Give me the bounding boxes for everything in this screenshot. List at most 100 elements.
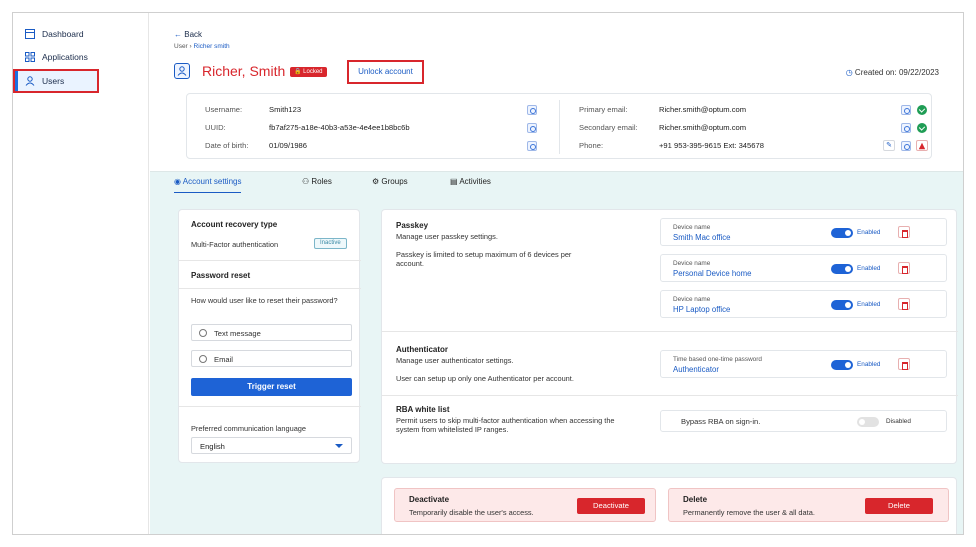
uuid-label: UUID: — [205, 123, 226, 132]
tab-label: Roles — [311, 177, 332, 186]
secondary-email-label: Secondary email: — [579, 123, 638, 132]
language-select[interactable]: English — [191, 437, 352, 454]
copy-primary-email-icon[interactable] — [901, 105, 911, 115]
tab-label: Activities — [459, 177, 491, 186]
edit-phone-icon[interactable]: ✎ — [883, 140, 895, 151]
tab-label: Account settings — [182, 177, 242, 186]
toggle-status: Enabled — [857, 265, 881, 272]
email-label: Email — [214, 355, 233, 364]
dob-value: 01/09/1986 — [269, 141, 308, 150]
passkey-device-row: Device name HP Laptop office Enabled — [660, 290, 947, 318]
passkey-title: Passkey — [396, 221, 429, 230]
primary-email-value: Richer.smith@optum.com — [659, 105, 747, 114]
rba-row: Bypass RBA on sign-in. Disabled — [660, 410, 947, 432]
danger-zone-card: Deactivate Temporarily disable the user'… — [381, 477, 957, 534]
sidebar: Dashboard Applications Users — [13, 13, 149, 534]
authenticator-desc: Manage user authenticator settings. — [396, 356, 514, 365]
sidebar-item-label: Dashboard — [42, 29, 84, 39]
unlock-account-button[interactable]: Unlock account — [347, 60, 424, 84]
divider — [179, 288, 361, 289]
authenticator-row: Time based one-time password Authenticat… — [660, 350, 947, 378]
copy-secondary-email-icon[interactable] — [901, 123, 911, 133]
toggle-status: Enabled — [857, 361, 881, 368]
totp-value: Authenticator — [673, 365, 719, 374]
copy-uuid-icon[interactable] — [527, 123, 537, 133]
tab-roles[interactable]: ⚇ Roles — [302, 172, 332, 194]
tab-account-settings[interactable]: ◉ Account settings — [174, 172, 242, 194]
secondary-email-value: Richer.smith@optum.com — [659, 123, 747, 132]
copy-username-icon[interactable] — [527, 105, 537, 115]
user-info-card: Username: Smith123 UUID: fb7af275-a18e-4… — [186, 93, 932, 159]
delete-button[interactable]: Delete — [865, 498, 933, 514]
clock-icon: ◷ — [845, 68, 855, 77]
divider — [179, 406, 361, 407]
lock-icon: 🔒 — [294, 69, 304, 75]
sidebar-item-applications[interactable]: Applications — [21, 48, 88, 66]
deactivate-section: Deactivate Temporarily disable the user'… — [394, 488, 656, 522]
roles-icon: ⚇ — [302, 177, 312, 186]
device-label: Device name — [673, 296, 711, 303]
rba-desc: Permit users to skip multi-factor authen… — [396, 416, 615, 434]
dashboard-icon — [25, 29, 35, 39]
radio-icon[interactable] — [199, 355, 207, 363]
passkey-toggle[interactable] — [831, 300, 853, 310]
back-link[interactable]: ← Back — [174, 30, 202, 39]
trigger-reset-button[interactable]: Trigger reset — [191, 378, 352, 396]
phone-value: +91 953-395-9615 Ext: 345678 — [659, 141, 764, 150]
app-frame: Dashboard Applications Users ← Back User… — [12, 12, 964, 535]
delete-icon[interactable] — [898, 262, 910, 274]
delete-icon[interactable] — [898, 298, 910, 310]
device-label: Device name — [673, 224, 711, 231]
deactivate-button[interactable]: Deactivate — [577, 498, 645, 514]
email-option[interactable]: Email — [191, 350, 352, 367]
rba-toggle[interactable] — [857, 417, 879, 427]
delete-icon[interactable] — [898, 226, 910, 238]
sidebar-item-label: Users — [42, 76, 65, 86]
sidebar-item-dashboard[interactable]: Dashboard — [21, 25, 84, 43]
tab-groups[interactable]: ⚙ Groups — [372, 172, 408, 194]
sidebar-item-label: Applications — [42, 52, 88, 62]
mfa-label: Multi-Factor authentication — [191, 240, 279, 249]
toggle-status: Enabled — [857, 229, 881, 236]
rba-bypass-label: Bypass RBA on sign-in. — [681, 417, 761, 426]
username-label: Username: — [205, 105, 243, 114]
breadcrumb-root[interactable]: User — [174, 43, 188, 50]
inactive-badge: Inactive — [314, 238, 347, 249]
deactivate-desc: Temporarily disable the user's access. — [409, 508, 534, 517]
passkey-toggle[interactable] — [831, 264, 853, 274]
delete-icon[interactable] — [898, 358, 910, 370]
toggle-status: Disabled — [886, 418, 911, 425]
passkey-device-row: Device name Personal Device home Enabled — [660, 254, 947, 282]
text-message-label: Text message — [214, 329, 261, 338]
user-avatar-icon — [174, 63, 190, 79]
delete-section: Delete Permanently remove the user & all… — [668, 488, 949, 522]
passkey-device-row: Device name Smith Mac office Enabled — [660, 218, 947, 246]
uuid-value: fb7af275-a18e-40b3-a53e-4e4ee1b8bc6b — [269, 123, 410, 132]
totp-label: Time based one-time password — [673, 356, 762, 363]
breadcrumb-current[interactable]: Richer smith — [194, 43, 230, 50]
passkey-note: Passkey is limited to setup maximum of 6… — [396, 250, 572, 268]
phone-label: Phone: — [579, 141, 604, 150]
dob-label: Date of birth: — [205, 141, 249, 150]
delete-title: Delete — [683, 495, 708, 504]
back-label: Back — [184, 30, 203, 39]
rba-title: RBA white list — [396, 405, 450, 414]
copy-phone-icon[interactable] — [901, 141, 911, 151]
authenticator-toggle[interactable] — [831, 360, 853, 370]
tab-activities[interactable]: ▤ Activities — [450, 172, 491, 194]
copy-dob-icon[interactable] — [527, 141, 537, 151]
left-settings-card: Account recovery type Multi-Factor authe… — [178, 209, 361, 463]
breadcrumb: User › Richer smith — [174, 43, 230, 50]
sidebar-item-users[interactable]: Users — [13, 69, 99, 93]
chevron-down-icon[interactable] — [335, 444, 343, 448]
back-arrow-icon: ← — [174, 30, 182, 39]
text-message-option[interactable]: Text message — [191, 324, 352, 341]
activities-icon: ▤ — [450, 177, 460, 186]
device-label: Device name — [673, 260, 711, 267]
passkey-desc: Manage user passkey settings. — [396, 232, 498, 241]
groups-icon: ⚙ — [372, 177, 382, 186]
password-reset-title: Password reset — [191, 271, 251, 280]
passkey-toggle[interactable] — [831, 228, 853, 238]
device-name: HP Laptop office — [673, 305, 731, 314]
radio-icon[interactable] — [199, 329, 207, 337]
